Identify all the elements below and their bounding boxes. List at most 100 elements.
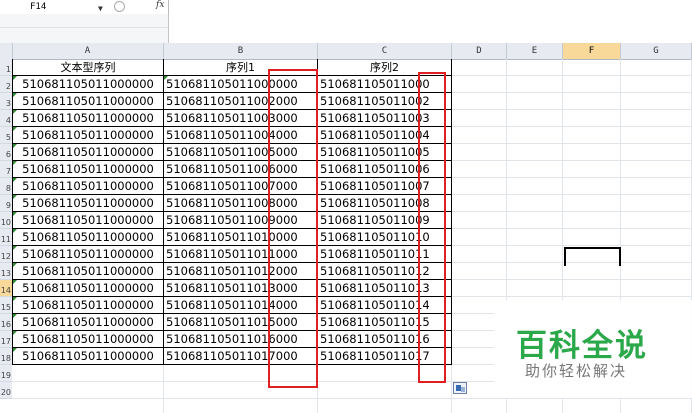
cell-value: 510681105011000000 — [22, 145, 154, 159]
table-cell[interactable]: 510681105011000000 — [12, 229, 164, 246]
table-cell[interactable]: 510681105011000000 — [12, 93, 164, 110]
row-number: 14 — [0, 286, 11, 295]
column-headers: ABCDEFG — [0, 43, 692, 60]
error-indicator-icon[interactable] — [13, 76, 17, 80]
error-indicator-icon[interactable] — [13, 331, 17, 335]
row-number: 8 — [5, 184, 11, 193]
row-header-3[interactable]: 3 — [0, 93, 12, 110]
row-header-11[interactable]: 11 — [0, 229, 12, 246]
error-indicator-icon[interactable] — [13, 178, 17, 182]
row-header-13[interactable]: 13 — [0, 263, 12, 280]
cancel-icon[interactable] — [114, 1, 125, 12]
table-cell[interactable]: 510681105011000000 — [12, 76, 164, 93]
row-number: 13 — [0, 269, 11, 278]
row-number: 20 — [0, 388, 11, 397]
cell-value: 510681105011000000 — [22, 315, 154, 329]
table-cell[interactable]: 510681105011000000 — [12, 127, 164, 144]
cell-value: 510681105011016 — [320, 332, 430, 346]
row-number: 11 — [0, 235, 11, 244]
row-header-14[interactable]: 14 — [0, 280, 12, 297]
active-cell-f14[interactable] — [564, 247, 621, 266]
table-cell[interactable]: 510681105011000000 — [12, 212, 164, 229]
row-header-10[interactable]: 10 — [0, 212, 12, 229]
column-header-g[interactable]: G — [621, 43, 692, 59]
formula-controls: fx — [114, 0, 169, 14]
cell-value: 510681105011000000 — [22, 128, 154, 142]
table-cell[interactable]: 510681105011000000 — [12, 195, 164, 212]
column-header-a[interactable]: A — [12, 43, 164, 59]
error-indicator-icon[interactable] — [13, 195, 17, 199]
row-header-2[interactable]: 2 — [0, 76, 12, 93]
column-header-b[interactable]: B — [164, 43, 318, 59]
table-cell[interactable]: 510681105011000000 — [12, 161, 164, 178]
table-cell[interactable]: 510681105011000000 — [12, 110, 164, 127]
cell-value: 510681105011017 — [320, 349, 430, 363]
row-number: 17 — [0, 337, 11, 346]
row-header-16[interactable]: 16 — [0, 314, 12, 331]
row-header-4[interactable]: 4 — [0, 110, 12, 127]
row-header-5[interactable]: 5 — [0, 127, 12, 144]
table-cell[interactable]: 510681105011000000 — [12, 178, 164, 195]
divider — [0, 27, 168, 28]
table-header-cell[interactable]: 文本型序列 — [12, 59, 164, 76]
table-cell[interactable]: 510681105011000000 — [12, 144, 164, 161]
row-header-6[interactable]: 6 — [0, 144, 12, 161]
cell-value: 510681105011000000 — [22, 349, 154, 363]
column-header-f[interactable]: F — [563, 43, 621, 59]
row-number: 18 — [0, 354, 11, 363]
table-cell[interactable]: 510681105011000000 — [12, 331, 164, 348]
cell-value: 510681105011000000 — [22, 94, 154, 108]
table-cell[interactable]: 510681105011000000 — [12, 280, 164, 297]
error-indicator-icon[interactable] — [13, 212, 17, 216]
insert-function-icon[interactable]: fx — [156, 0, 164, 10]
row-header-15[interactable]: 15 — [0, 297, 12, 314]
row-header-1[interactable]: 1 — [0, 59, 12, 76]
row-number: 1 — [5, 65, 11, 74]
error-indicator-icon[interactable] — [13, 348, 17, 352]
table-cell[interactable]: 510681105011000000 — [12, 348, 164, 365]
error-indicator-icon[interactable] — [13, 297, 17, 301]
row-header-7[interactable]: 7 — [0, 161, 12, 178]
paste-options-icon[interactable] — [453, 382, 467, 394]
error-indicator-icon[interactable] — [164, 76, 168, 80]
cell-value: 510681105011000000 — [22, 230, 154, 244]
table-cell[interactable]: 510681105011000000 — [12, 297, 164, 314]
column-header-c[interactable]: C — [318, 43, 452, 59]
table-cell[interactable]: 510681105011000000 — [12, 314, 164, 331]
error-indicator-icon[interactable] — [13, 314, 17, 318]
row-header-18[interactable]: 18 — [0, 348, 12, 365]
cell-value: 510681105011000000 — [22, 264, 154, 278]
row-number: 7 — [5, 167, 11, 176]
error-indicator-icon[interactable] — [13, 263, 17, 267]
table-cell[interactable]: 510681105011000000 — [12, 263, 164, 280]
cell-value: 510681105011000000 — [22, 162, 154, 176]
cell-value: 510681105011000000 — [22, 111, 154, 125]
cell-value: 510681105011006 — [320, 162, 430, 176]
name-box-value: F14 — [30, 2, 47, 12]
row-header-12[interactable]: 12 — [0, 246, 12, 263]
cell-value: 510681105011013 — [320, 281, 430, 295]
error-indicator-icon[interactable] — [13, 161, 17, 165]
row-headers: 1 2 3 4 5 6 7 8 9 10 11 12 13 14 15 16 17 18 19 20 — [0, 59, 12, 413]
row-header-9[interactable]: 9 — [0, 195, 12, 212]
cell-value: 510681105011005 — [320, 145, 430, 159]
row-number: 10 — [0, 218, 11, 227]
cell-value: 510681105011000000 — [22, 281, 154, 295]
error-indicator-icon[interactable] — [13, 127, 17, 131]
row-header-20[interactable]: 20 — [0, 382, 12, 399]
cell-value: 510681105011015 — [320, 315, 430, 329]
column-header-d[interactable]: D — [452, 43, 507, 59]
error-indicator-icon[interactable] — [13, 144, 17, 148]
error-indicator-icon[interactable] — [13, 93, 17, 97]
cell-value: 510681105011014 — [320, 298, 430, 312]
row-number: 4 — [5, 116, 11, 125]
error-indicator-icon[interactable] — [13, 229, 17, 233]
row-header-17[interactable]: 17 — [0, 331, 12, 348]
error-indicator-icon[interactable] — [13, 280, 17, 284]
row-header-19[interactable]: 19 — [0, 365, 12, 382]
column-header-e[interactable]: E — [507, 43, 563, 59]
error-indicator-icon[interactable] — [13, 110, 17, 114]
error-indicator-icon[interactable] — [13, 246, 17, 250]
table-cell[interactable]: 510681105011000000 — [12, 246, 164, 263]
row-header-8[interactable]: 8 — [0, 178, 12, 195]
